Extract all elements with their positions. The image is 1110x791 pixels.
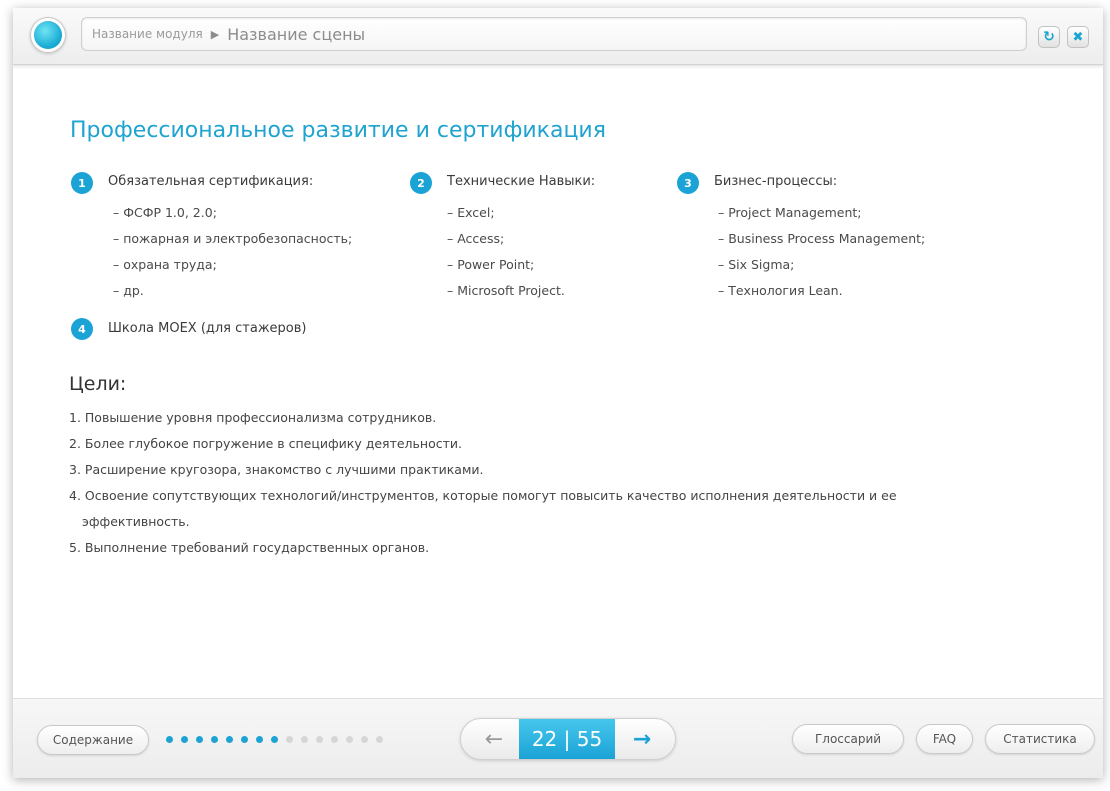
goal-item: 4. Освоение сопутствующих технологий/инс… bbox=[69, 488, 897, 529]
breadcrumb-module[interactable]: Название модуля bbox=[92, 27, 203, 41]
progress-dot bbox=[241, 736, 248, 743]
close-button[interactable]: ✖ bbox=[1067, 26, 1089, 48]
close-icon: ✖ bbox=[1072, 29, 1084, 45]
breadcrumb-separator-icon: ▶ bbox=[210, 27, 220, 41]
arrow-left-icon: ← bbox=[484, 726, 504, 752]
statistics-button[interactable]: Статистика bbox=[985, 724, 1095, 754]
progress-dot bbox=[196, 736, 203, 743]
refresh-icon: ↻ bbox=[1043, 29, 1055, 45]
progress-dot bbox=[211, 736, 218, 743]
list-item: – Microsoft Project. bbox=[447, 283, 565, 298]
list-item: – пожарная и электробезопасность; bbox=[113, 231, 353, 246]
progress-dot bbox=[301, 736, 308, 743]
contents-button[interactable]: Содержание bbox=[37, 725, 149, 755]
column-list: – Project Management; – Business Process… bbox=[718, 200, 925, 304]
list-item: – Access; bbox=[447, 231, 505, 246]
goal-item: 1. Повышение уровня профессионализма сот… bbox=[69, 410, 437, 425]
progress-dot bbox=[331, 736, 338, 743]
page-title: Профессиональное развитие и сертификация bbox=[70, 118, 606, 143]
pager: ← 22 | 55 → bbox=[460, 718, 676, 760]
prev-button[interactable]: ← bbox=[475, 725, 513, 753]
column-list: – Excel; – Access; – Power Point; – Micr… bbox=[447, 200, 565, 304]
progress-dot bbox=[361, 736, 368, 743]
list-item: – ФСФР 1.0, 2.0; bbox=[113, 205, 217, 220]
refresh-button[interactable]: ↻ bbox=[1038, 26, 1060, 48]
progress-dot bbox=[316, 736, 323, 743]
goals-heading: Цели: bbox=[69, 373, 127, 395]
column-list: – ФСФР 1.0, 2.0; – пожарная и электробез… bbox=[113, 200, 352, 304]
goals-list: 1. Повышение уровня профессионализма сот… bbox=[69, 405, 1002, 561]
number-badge: 4 bbox=[71, 318, 93, 340]
list-item: – Business Process Management; bbox=[718, 231, 926, 246]
list-item: – Six Sigma; bbox=[718, 257, 795, 272]
goal-item: 5. Выполнение требований государственных… bbox=[69, 540, 430, 555]
goal-item: 3. Расширение кругозора, знакомство с лу… bbox=[69, 462, 484, 477]
page-counter: 22 | 55 bbox=[519, 719, 615, 759]
list-item: – др. bbox=[113, 283, 144, 298]
goal-item: 2. Более глубокое погружение в специфику… bbox=[69, 436, 462, 451]
next-button[interactable]: → bbox=[623, 725, 661, 753]
bottom-bar: Содержание ← 22 | 55 → Глоссарий FAQ Ста… bbox=[13, 698, 1103, 778]
list-item: – Project Management; bbox=[718, 205, 862, 220]
logo-icon bbox=[34, 21, 62, 49]
breadcrumb-scene: Название сцены bbox=[227, 24, 366, 44]
top-bar: Название модуля ▶ Название сцены ↻ ✖ bbox=[13, 8, 1103, 65]
number-badge: 3 bbox=[677, 172, 699, 194]
column-heading: Обязательная сертификация: bbox=[108, 174, 314, 189]
progress-dot bbox=[271, 736, 278, 743]
progress-dot bbox=[376, 736, 383, 743]
list-item: – Технология Lean. bbox=[718, 283, 843, 298]
app-window: Название модуля ▶ Название сцены ↻ ✖ Про… bbox=[13, 8, 1103, 778]
column-heading: Технические Навыки: bbox=[447, 174, 596, 189]
progress-dot bbox=[256, 736, 263, 743]
progress-dot bbox=[346, 736, 353, 743]
progress-dots bbox=[166, 736, 391, 743]
content-area: Профессиональное развитие и сертификация… bbox=[13, 65, 1103, 695]
number-badge: 1 bbox=[71, 172, 93, 194]
progress-dot bbox=[181, 736, 188, 743]
glossary-button[interactable]: Глоссарий bbox=[792, 724, 904, 754]
column-heading: Бизнес-процессы: bbox=[714, 174, 838, 189]
arrow-right-icon: → bbox=[632, 726, 652, 752]
breadcrumb: Название модуля ▶ Название сцены bbox=[81, 17, 1027, 51]
item-heading: Школа MOEX (для стажеров) bbox=[108, 321, 307, 336]
list-item: – Power Point; bbox=[447, 257, 535, 272]
number-badge: 2 bbox=[410, 172, 432, 194]
progress-dot bbox=[286, 736, 293, 743]
list-item: – охрана труда; bbox=[113, 257, 217, 272]
progress-dot bbox=[226, 736, 233, 743]
faq-button[interactable]: FAQ bbox=[916, 724, 973, 754]
list-item: – Excel; bbox=[447, 205, 495, 220]
progress-dot bbox=[166, 736, 173, 743]
